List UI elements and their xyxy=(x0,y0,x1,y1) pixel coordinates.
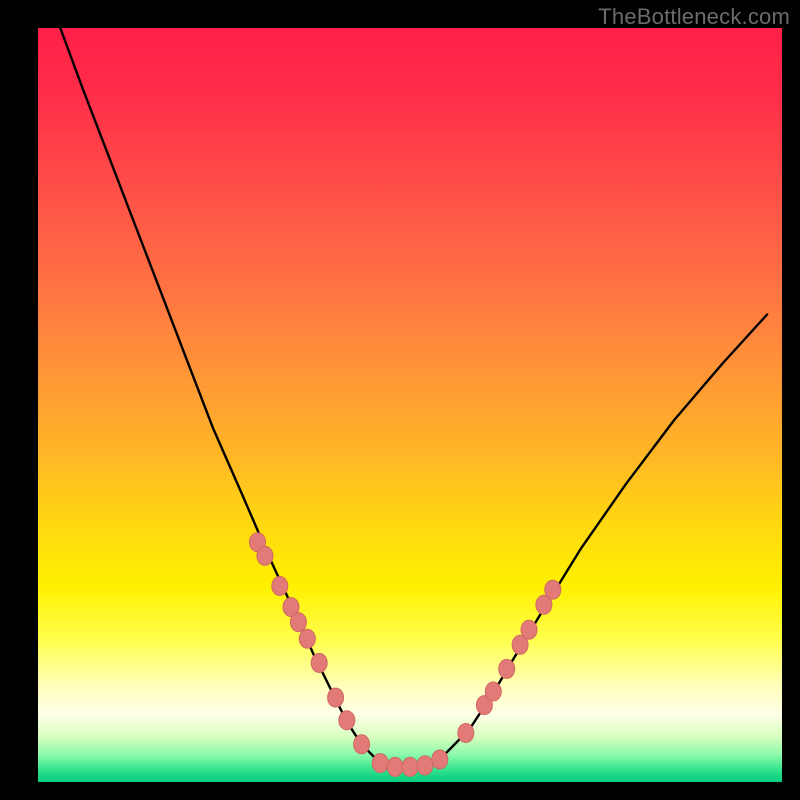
data-marker xyxy=(257,546,273,565)
data-marker xyxy=(290,613,306,632)
data-marker xyxy=(485,682,501,701)
data-marker xyxy=(458,724,474,743)
data-marker xyxy=(521,620,537,639)
curve-layer xyxy=(60,28,767,767)
data-marker xyxy=(432,750,448,769)
chart-svg xyxy=(38,28,782,782)
watermark-text: TheBottleneck.com xyxy=(598,4,790,30)
data-marker xyxy=(545,580,561,599)
data-marker xyxy=(499,659,515,678)
marker-layer xyxy=(250,533,561,777)
data-marker xyxy=(354,735,370,754)
data-marker xyxy=(417,756,433,775)
data-marker xyxy=(299,629,315,648)
data-marker xyxy=(339,711,355,730)
data-marker xyxy=(387,757,403,776)
data-marker xyxy=(372,754,388,773)
data-marker xyxy=(272,577,288,596)
data-marker xyxy=(402,757,418,776)
data-marker xyxy=(328,688,344,707)
bottleneck-curve xyxy=(60,28,767,767)
data-marker xyxy=(311,653,327,672)
plot-area xyxy=(38,28,782,782)
chart-frame: TheBottleneck.com xyxy=(0,0,800,800)
